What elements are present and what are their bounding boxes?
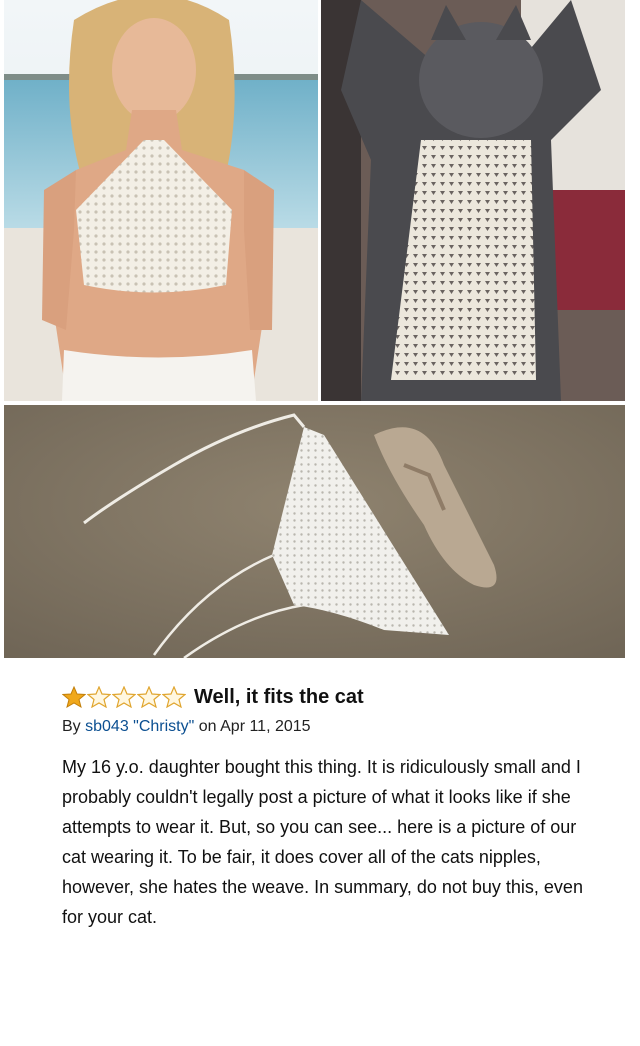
star-empty-icon: [162, 686, 186, 708]
review-title: Well, it fits the cat: [194, 685, 364, 708]
photo-cat-wearing-top: [321, 0, 625, 401]
star-empty-icon: [87, 686, 111, 708]
review-byline: By sb043 "Christy" on Apr 11, 2015: [62, 718, 622, 736]
review-author-link[interactable]: sb043 "Christy": [85, 718, 194, 735]
review-date: on Apr 11, 2015: [194, 718, 311, 735]
star-empty-icon: [137, 686, 161, 708]
byline-prefix: By: [62, 718, 86, 735]
star-rating: [62, 686, 186, 708]
review-card: Well, it fits the cat By sb043 "Christy"…: [62, 680, 622, 932]
photo-top-on-sand: [4, 405, 625, 658]
star-filled-icon: [62, 686, 86, 708]
review-title-row: Well, it fits the cat: [62, 680, 622, 714]
product-photo-model: [4, 0, 318, 401]
star-empty-icon: [112, 686, 136, 708]
review-body: My 16 y.o. daughter bought this thing. I…: [62, 757, 583, 927]
